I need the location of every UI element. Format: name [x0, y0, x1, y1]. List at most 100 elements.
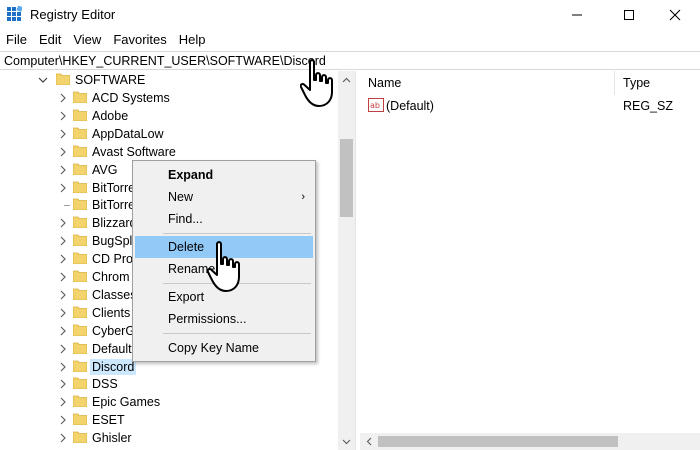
hand-pointer-icon — [207, 241, 240, 292]
tree-connector — [64, 205, 70, 207]
tree-item-label: Epic Games — [92, 395, 161, 410]
maximize-button[interactable] — [606, 0, 652, 30]
chevron-right-icon[interactable] — [58, 182, 68, 194]
tree-item[interactable]: Epic Games — [0, 393, 338, 411]
column-header-type[interactable]: Type — [615, 71, 700, 95]
tree-item[interactable]: AppDataLow — [0, 125, 338, 143]
menu-edit[interactable]: Edit — [33, 30, 67, 50]
chevron-right-icon[interactable] — [58, 325, 68, 337]
tree-item-label: Clients — [92, 305, 131, 320]
tree-vertical-scrollbar[interactable] — [338, 71, 355, 450]
chevron-right-icon[interactable] — [58, 128, 68, 140]
chevron-right-icon[interactable] — [58, 271, 68, 283]
minimize-button[interactable] — [554, 0, 600, 30]
menu-file[interactable]: File — [0, 30, 33, 50]
address-path[interactable]: Computer\HKEY_CURRENT_USER\SOFTWARE\Disc… — [4, 54, 326, 68]
scroll-left-button[interactable] — [360, 433, 377, 450]
close-button[interactable] — [652, 0, 698, 30]
value-row[interactable]: ab (Default) REG_SZ — [360, 97, 700, 115]
folder-icon — [73, 431, 87, 444]
chevron-right-icon[interactable] — [58, 289, 68, 301]
menu-item-new[interactable]: New › — [135, 186, 313, 208]
folder-icon — [56, 73, 70, 85]
tree-item-label: CyberG — [92, 323, 136, 338]
menu-item-label: Export — [168, 290, 205, 304]
chevron-right-icon[interactable] — [58, 307, 68, 319]
chevron-right-icon[interactable] — [58, 396, 68, 408]
tree-item-label: CD Pro — [92, 252, 133, 267]
tree-item-label: BitTorre — [92, 198, 136, 213]
menu-item-copy-key-name[interactable]: Copy Key Name — [135, 337, 313, 359]
menu-item-expand[interactable]: Expand — [135, 164, 313, 186]
menu-separator — [163, 233, 311, 234]
menu-view[interactable]: View — [67, 30, 107, 50]
chevron-down-icon[interactable] — [38, 74, 48, 86]
chevron-right-icon[interactable] — [58, 361, 68, 373]
menu-item-find[interactable]: Find... — [135, 208, 313, 230]
address-bar[interactable]: Computer\HKEY_CURRENT_USER\SOFTWARE\Disc… — [0, 51, 700, 70]
tree-item[interactable]: ACD Systems — [0, 89, 338, 107]
tree-item-label: ESET — [92, 413, 125, 428]
tree-item-label: DSS — [92, 377, 118, 392]
folder-icon — [73, 145, 87, 157]
scrollbar-thumb[interactable] — [378, 436, 618, 447]
folder-icon — [73, 342, 87, 354]
menu-item-label: Permissions... — [168, 312, 247, 326]
tree-item-label: Chrom — [92, 270, 130, 284]
maximize-icon — [624, 10, 634, 20]
window-title: Registry Editor — [30, 7, 116, 22]
tree-item[interactable]: Adobe — [0, 107, 338, 125]
folder-icon — [73, 109, 87, 121]
tree-item[interactable]: ESET — [0, 411, 338, 429]
menu-item-permissions[interactable]: Permissions... — [135, 308, 313, 330]
tree-item-label: Avast Software — [92, 144, 176, 159]
folder-icon — [73, 252, 87, 265]
tree-item-label: Discord — [90, 358, 137, 375]
chevron-right-icon[interactable] — [58, 164, 68, 176]
scroll-down-button[interactable] — [338, 433, 355, 450]
column-header-name[interactable]: Name — [360, 71, 615, 95]
folder-icon — [73, 395, 87, 408]
folder-icon — [73, 216, 87, 229]
tree-item-software[interactable]: SOFTWARE — [0, 71, 338, 89]
folder-icon — [73, 377, 87, 390]
chevron-right-icon[interactable] — [58, 378, 68, 390]
tree-item-label: BitTorre — [92, 180, 136, 195]
tree-item[interactable]: DSS — [0, 375, 338, 393]
chevron-right-icon[interactable] — [58, 92, 68, 104]
submenu-arrow-icon: › — [301, 191, 305, 203]
tree-item-label: Ghisler — [92, 431, 132, 446]
string-value-icon: ab — [368, 98, 384, 112]
value-type: REG_SZ — [623, 99, 674, 113]
tree-item[interactable]: Avast Software — [0, 143, 338, 161]
chevron-right-icon[interactable] — [58, 414, 68, 426]
chevron-right-icon[interactable] — [58, 343, 68, 355]
tree-item-label: AVG — [92, 162, 118, 177]
tree-item-label: SOFTWARE — [75, 73, 146, 87]
values-horizontal-scrollbar[interactable] — [360, 433, 700, 450]
folder-icon — [73, 413, 87, 426]
menu-help[interactable]: Help — [173, 30, 212, 50]
scrollbar-thumb[interactable] — [340, 139, 353, 217]
chevron-right-icon[interactable] — [58, 253, 68, 265]
folder-icon — [73, 306, 87, 318]
menu-favorites[interactable]: Favorites — [107, 30, 172, 50]
menu-item-label: Delete — [168, 240, 205, 254]
menu-item-label: Copy Key Name — [168, 341, 260, 355]
folder-icon — [73, 91, 87, 103]
tree-item-label: AppDataLow — [92, 126, 164, 141]
chevron-right-icon[interactable] — [58, 110, 68, 122]
chevron-right-icon[interactable] — [58, 432, 68, 444]
folder-icon — [73, 198, 87, 211]
tree-item-label: Adobe — [92, 108, 129, 123]
chevron-right-icon[interactable] — [58, 235, 68, 247]
chevron-right-icon[interactable] — [58, 217, 68, 229]
folder-icon — [73, 324, 87, 336]
chevron-right-icon[interactable] — [58, 146, 68, 158]
folder-icon — [73, 127, 87, 139]
tree-item[interactable]: Ghisler — [0, 429, 338, 447]
tree-item-label: BugSpl — [92, 234, 133, 249]
menu-separator — [163, 333, 311, 334]
tree-item-label: Default — [92, 341, 132, 356]
folder-icon — [73, 181, 87, 193]
